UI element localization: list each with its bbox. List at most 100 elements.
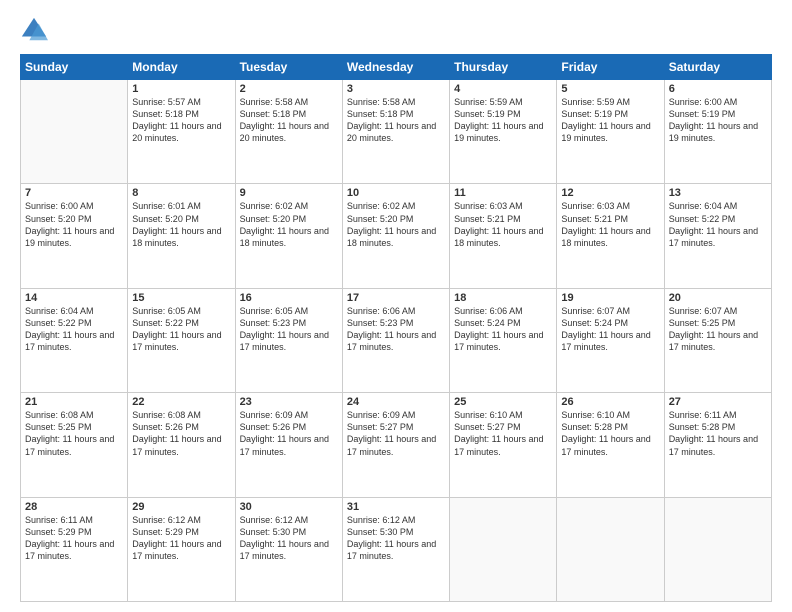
cell-info: Sunrise: 6:08 AM Sunset: 5:25 PM Dayligh… [25,409,123,458]
calendar-cell [21,80,128,184]
calendar-cell: 11Sunrise: 6:03 AM Sunset: 5:21 PM Dayli… [450,184,557,288]
day-number: 23 [240,396,338,408]
day-number: 1 [132,83,230,95]
weekday-header: Saturday [664,55,771,80]
page: SundayMondayTuesdayWednesdayThursdayFrid… [0,0,792,612]
calendar-cell: 21Sunrise: 6:08 AM Sunset: 5:25 PM Dayli… [21,393,128,497]
calendar-cell: 15Sunrise: 6:05 AM Sunset: 5:22 PM Dayli… [128,288,235,392]
cell-info: Sunrise: 6:01 AM Sunset: 5:20 PM Dayligh… [132,200,230,249]
weekday-header-row: SundayMondayTuesdayWednesdayThursdayFrid… [21,55,772,80]
day-number: 3 [347,83,445,95]
calendar-cell: 18Sunrise: 6:06 AM Sunset: 5:24 PM Dayli… [450,288,557,392]
cell-info: Sunrise: 6:12 AM Sunset: 5:30 PM Dayligh… [240,514,338,563]
weekday-header: Sunday [21,55,128,80]
day-number: 6 [669,83,767,95]
day-number: 5 [561,83,659,95]
calendar-cell: 27Sunrise: 6:11 AM Sunset: 5:28 PM Dayli… [664,393,771,497]
calendar-cell: 13Sunrise: 6:04 AM Sunset: 5:22 PM Dayli… [664,184,771,288]
day-number: 24 [347,396,445,408]
calendar-cell: 4Sunrise: 5:59 AM Sunset: 5:19 PM Daylig… [450,80,557,184]
cell-info: Sunrise: 6:09 AM Sunset: 5:26 PM Dayligh… [240,409,338,458]
cell-info: Sunrise: 6:03 AM Sunset: 5:21 PM Dayligh… [561,200,659,249]
cell-info: Sunrise: 6:11 AM Sunset: 5:28 PM Dayligh… [669,409,767,458]
day-number: 7 [25,187,123,199]
calendar-cell: 9Sunrise: 6:02 AM Sunset: 5:20 PM Daylig… [235,184,342,288]
header [20,16,772,44]
day-number: 27 [669,396,767,408]
calendar-cell: 25Sunrise: 6:10 AM Sunset: 5:27 PM Dayli… [450,393,557,497]
calendar-cell: 8Sunrise: 6:01 AM Sunset: 5:20 PM Daylig… [128,184,235,288]
weekday-header: Wednesday [342,55,449,80]
cell-info: Sunrise: 6:04 AM Sunset: 5:22 PM Dayligh… [25,305,123,354]
calendar-cell: 30Sunrise: 6:12 AM Sunset: 5:30 PM Dayli… [235,497,342,601]
cell-info: Sunrise: 6:02 AM Sunset: 5:20 PM Dayligh… [240,200,338,249]
cell-info: Sunrise: 6:06 AM Sunset: 5:24 PM Dayligh… [454,305,552,354]
day-number: 25 [454,396,552,408]
calendar-cell: 19Sunrise: 6:07 AM Sunset: 5:24 PM Dayli… [557,288,664,392]
cell-info: Sunrise: 6:00 AM Sunset: 5:19 PM Dayligh… [669,96,767,145]
calendar-week-row: 7Sunrise: 6:00 AM Sunset: 5:20 PM Daylig… [21,184,772,288]
cell-info: Sunrise: 6:12 AM Sunset: 5:30 PM Dayligh… [347,514,445,563]
weekday-header: Tuesday [235,55,342,80]
calendar-cell: 1Sunrise: 5:57 AM Sunset: 5:18 PM Daylig… [128,80,235,184]
calendar-week-row: 14Sunrise: 6:04 AM Sunset: 5:22 PM Dayli… [21,288,772,392]
calendar-table: SundayMondayTuesdayWednesdayThursdayFrid… [20,54,772,602]
day-number: 19 [561,292,659,304]
day-number: 9 [240,187,338,199]
day-number: 18 [454,292,552,304]
day-number: 4 [454,83,552,95]
day-number: 15 [132,292,230,304]
calendar-cell: 16Sunrise: 6:05 AM Sunset: 5:23 PM Dayli… [235,288,342,392]
calendar-cell: 31Sunrise: 6:12 AM Sunset: 5:30 PM Dayli… [342,497,449,601]
weekday-header: Friday [557,55,664,80]
day-number: 12 [561,187,659,199]
cell-info: Sunrise: 6:02 AM Sunset: 5:20 PM Dayligh… [347,200,445,249]
cell-info: Sunrise: 6:10 AM Sunset: 5:28 PM Dayligh… [561,409,659,458]
day-number: 20 [669,292,767,304]
day-number: 22 [132,396,230,408]
day-number: 16 [240,292,338,304]
calendar-cell [450,497,557,601]
calendar-week-row: 21Sunrise: 6:08 AM Sunset: 5:25 PM Dayli… [21,393,772,497]
calendar-cell: 2Sunrise: 5:58 AM Sunset: 5:18 PM Daylig… [235,80,342,184]
cell-info: Sunrise: 6:08 AM Sunset: 5:26 PM Dayligh… [132,409,230,458]
day-number: 30 [240,501,338,513]
calendar-cell: 14Sunrise: 6:04 AM Sunset: 5:22 PM Dayli… [21,288,128,392]
day-number: 26 [561,396,659,408]
cell-info: Sunrise: 6:09 AM Sunset: 5:27 PM Dayligh… [347,409,445,458]
day-number: 21 [25,396,123,408]
day-number: 13 [669,187,767,199]
calendar-cell: 24Sunrise: 6:09 AM Sunset: 5:27 PM Dayli… [342,393,449,497]
cell-info: Sunrise: 6:00 AM Sunset: 5:20 PM Dayligh… [25,200,123,249]
calendar-cell: 29Sunrise: 6:12 AM Sunset: 5:29 PM Dayli… [128,497,235,601]
calendar-cell: 7Sunrise: 6:00 AM Sunset: 5:20 PM Daylig… [21,184,128,288]
weekday-header: Thursday [450,55,557,80]
day-number: 2 [240,83,338,95]
calendar-cell: 26Sunrise: 6:10 AM Sunset: 5:28 PM Dayli… [557,393,664,497]
calendar-cell [664,497,771,601]
cell-info: Sunrise: 6:07 AM Sunset: 5:25 PM Dayligh… [669,305,767,354]
cell-info: Sunrise: 5:59 AM Sunset: 5:19 PM Dayligh… [454,96,552,145]
calendar-cell: 23Sunrise: 6:09 AM Sunset: 5:26 PM Dayli… [235,393,342,497]
calendar-cell: 3Sunrise: 5:58 AM Sunset: 5:18 PM Daylig… [342,80,449,184]
cell-info: Sunrise: 6:05 AM Sunset: 5:22 PM Dayligh… [132,305,230,354]
calendar-cell: 22Sunrise: 6:08 AM Sunset: 5:26 PM Dayli… [128,393,235,497]
day-number: 17 [347,292,445,304]
day-number: 11 [454,187,552,199]
day-number: 10 [347,187,445,199]
day-number: 29 [132,501,230,513]
calendar-cell [557,497,664,601]
logo [20,16,52,44]
calendar-week-row: 1Sunrise: 5:57 AM Sunset: 5:18 PM Daylig… [21,80,772,184]
cell-info: Sunrise: 6:12 AM Sunset: 5:29 PM Dayligh… [132,514,230,563]
logo-icon [20,16,48,44]
day-number: 14 [25,292,123,304]
calendar-cell: 12Sunrise: 6:03 AM Sunset: 5:21 PM Dayli… [557,184,664,288]
cell-info: Sunrise: 6:07 AM Sunset: 5:24 PM Dayligh… [561,305,659,354]
cell-info: Sunrise: 6:03 AM Sunset: 5:21 PM Dayligh… [454,200,552,249]
cell-info: Sunrise: 5:57 AM Sunset: 5:18 PM Dayligh… [132,96,230,145]
calendar-cell: 10Sunrise: 6:02 AM Sunset: 5:20 PM Dayli… [342,184,449,288]
cell-info: Sunrise: 6:11 AM Sunset: 5:29 PM Dayligh… [25,514,123,563]
calendar-cell: 6Sunrise: 6:00 AM Sunset: 5:19 PM Daylig… [664,80,771,184]
calendar-week-row: 28Sunrise: 6:11 AM Sunset: 5:29 PM Dayli… [21,497,772,601]
